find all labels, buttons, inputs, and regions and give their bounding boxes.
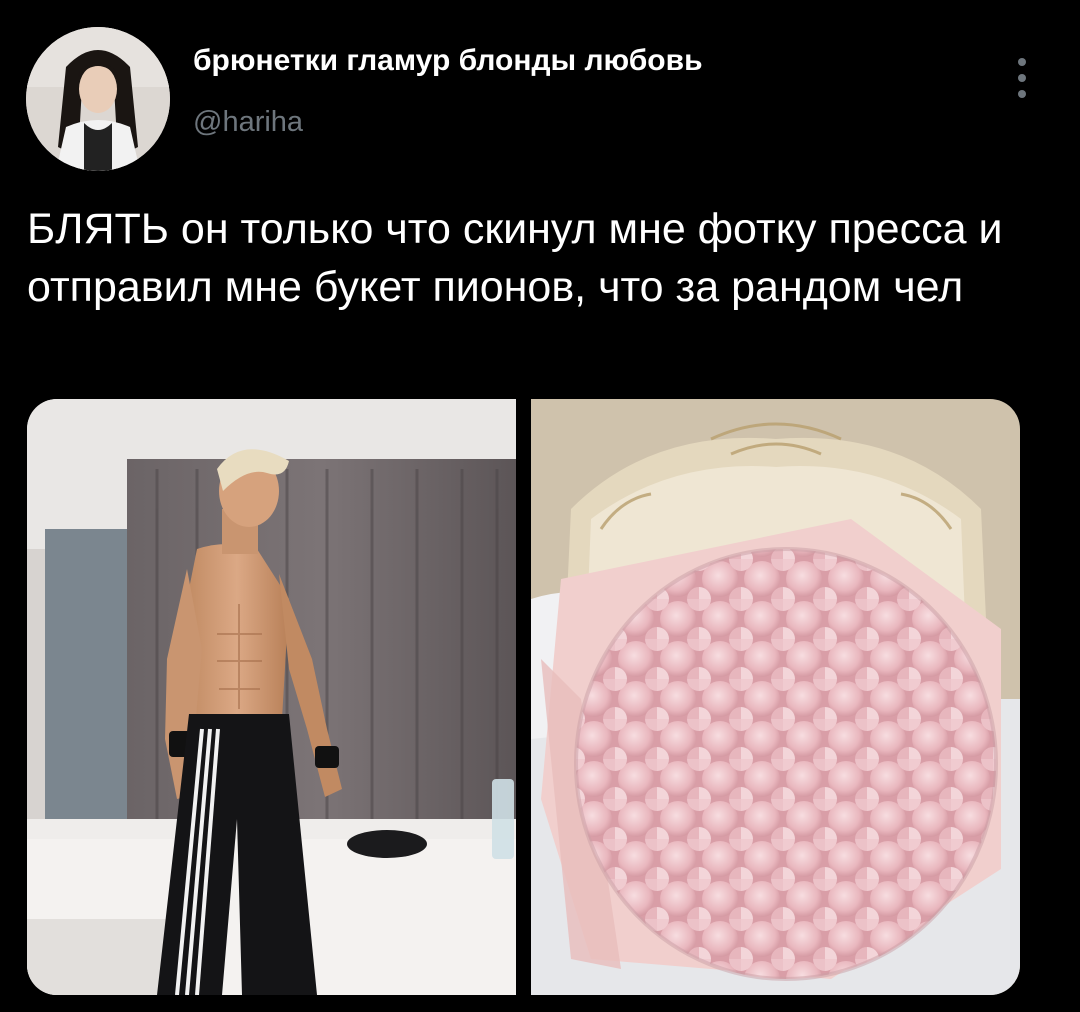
more-dot xyxy=(1018,74,1026,82)
author-handle[interactable]: @hariha xyxy=(193,106,303,139)
media-photo-bouquet[interactable] xyxy=(531,399,1020,995)
author-display-name[interactable]: брюнетки гламур блонды любовь xyxy=(193,44,703,78)
tweet: брюнетки гламур блонды любовь @hariha БЛ… xyxy=(0,0,1080,1012)
more-dot xyxy=(1018,90,1026,98)
author-avatar[interactable] xyxy=(26,27,170,171)
media-photo-man[interactable] xyxy=(27,399,516,995)
tweet-text: БЛЯТЬ он только что скинул мне фотку пре… xyxy=(27,205,1003,311)
more-vertical-icon[interactable] xyxy=(1008,58,1036,98)
more-dot xyxy=(1018,58,1026,66)
tweet-media xyxy=(27,399,1020,995)
